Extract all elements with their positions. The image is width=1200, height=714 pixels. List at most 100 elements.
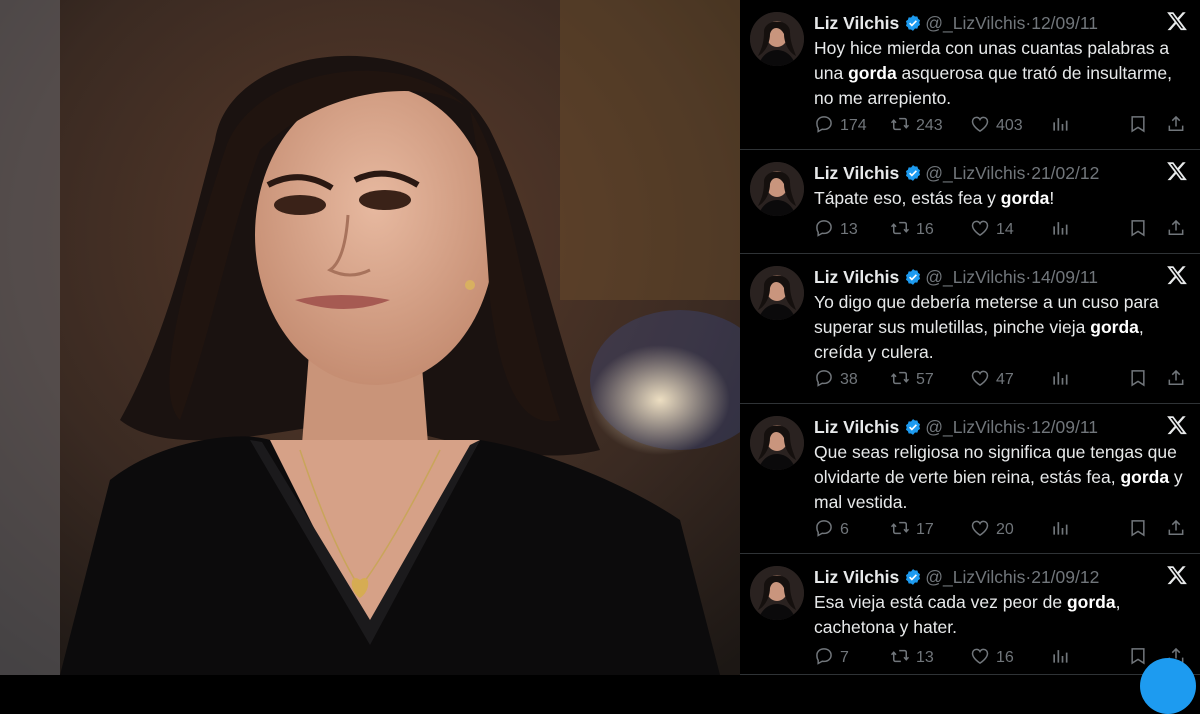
author-name[interactable]: Liz Vilchis	[814, 163, 899, 183]
tweet-text-segment: !	[1049, 188, 1055, 208]
reply-button[interactable]: 6	[814, 518, 849, 540]
author-handle[interactable]: @_LizVilchis	[925, 417, 1025, 437]
avatar[interactable]	[750, 566, 804, 620]
bookmark-button[interactable]	[1128, 368, 1154, 390]
avatar[interactable]	[750, 266, 804, 320]
retweet-icon	[890, 521, 910, 535]
portrait-illustration	[0, 0, 740, 675]
x-logo-icon	[1167, 416, 1187, 435]
verified-badge-icon	[906, 419, 921, 435]
author-name[interactable]: Liz Vilchis	[814, 567, 899, 587]
retweet-icon	[890, 371, 910, 385]
tweet-text: Yo digo que debería meterse a un cuso pa…	[814, 290, 1194, 365]
like-icon	[971, 220, 989, 236]
views-button[interactable]	[1050, 218, 1076, 240]
retweet-button[interactable]: 17	[890, 518, 934, 540]
tweet-date[interactable]: 14/09/11	[1031, 267, 1098, 287]
views-icon	[1053, 118, 1068, 131]
author-name[interactable]: Liz Vilchis	[814, 267, 899, 287]
views-button[interactable]	[1050, 114, 1076, 136]
tweet-card[interactable]: Liz Vilchis @_LizVilchis·12/09/11 Que seas…	[740, 404, 1200, 554]
retweet-button[interactable]: 57	[890, 368, 934, 390]
like-button[interactable]: 403	[970, 114, 1023, 136]
reply-count: 7	[840, 649, 849, 666]
bold-word: gorda	[1090, 317, 1139, 337]
views-icon	[1053, 650, 1068, 663]
retweet-button[interactable]: 243	[890, 114, 943, 136]
author-name[interactable]: Liz Vilchis	[814, 417, 899, 437]
avatar[interactable]	[750, 416, 804, 470]
bookmark-button[interactable]	[1128, 114, 1154, 136]
reply-button[interactable]: 7	[814, 646, 849, 668]
bookmark-icon	[1131, 370, 1145, 387]
tweet-text-segment: Esa vieja está cada vez peor de	[814, 592, 1067, 612]
like-button[interactable]: 16	[970, 646, 1014, 668]
tweet-date[interactable]: 12/09/11	[1031, 13, 1098, 33]
bookmark-icon	[1131, 220, 1145, 237]
tweet-date[interactable]: 21/09/12	[1031, 567, 1099, 587]
like-icon	[971, 520, 989, 536]
share-button[interactable]	[1166, 518, 1192, 540]
avatar[interactable]	[750, 12, 804, 66]
share-button[interactable]	[1166, 114, 1192, 136]
tweet-date[interactable]: 21/02/12	[1031, 163, 1099, 183]
like-count: 20	[996, 521, 1014, 538]
bookmark-icon	[1131, 520, 1145, 537]
tweet-card[interactable]: Liz Vilchis @_LizVilchis·12/09/11 Hoy hice…	[740, 0, 1200, 150]
verified-badge-icon	[906, 15, 921, 31]
like-button[interactable]: 20	[970, 518, 1014, 540]
avatar-image	[750, 566, 804, 620]
retweet-count: 13	[916, 649, 934, 666]
author-name[interactable]: Liz Vilchis	[814, 13, 899, 33]
like-button[interactable]: 47	[970, 368, 1014, 390]
like-count: 16	[996, 649, 1014, 666]
reply-button[interactable]: 13	[814, 218, 858, 240]
share-button[interactable]	[1166, 218, 1192, 240]
avatar-image	[750, 266, 804, 320]
tweet-header: Liz Vilchis @_LizVilchis·21/09/12	[814, 566, 1099, 588]
like-icon	[971, 370, 989, 386]
reply-icon	[816, 520, 832, 537]
author-handle[interactable]: @_LizVilchis	[925, 13, 1025, 33]
reply-count: 174	[840, 117, 867, 134]
retweet-button[interactable]: 13	[890, 646, 934, 668]
like-icon	[971, 116, 989, 132]
retweet-count: 16	[916, 221, 934, 238]
retweet-count: 243	[916, 117, 943, 134]
avatar-image	[750, 12, 804, 66]
x-logo-icon	[1167, 162, 1187, 181]
views-button[interactable]	[1050, 646, 1076, 668]
author-handle[interactable]: @_LizVilchis	[925, 163, 1025, 183]
like-count: 403	[996, 117, 1023, 134]
retweet-count: 57	[916, 371, 934, 388]
bookmark-icon	[1131, 648, 1145, 665]
views-button[interactable]	[1050, 368, 1076, 390]
tweet-card[interactable]: Liz Vilchis @_LizVilchis·21/02/12 Tápate e…	[740, 150, 1200, 254]
retweet-button[interactable]: 16	[890, 218, 934, 240]
author-handle[interactable]: @_LizVilchis	[925, 567, 1025, 587]
verified-badge-icon	[906, 569, 921, 585]
tweet-actions: 6 17 20	[814, 518, 1192, 540]
bookmark-button[interactable]	[1128, 218, 1154, 240]
tweet-text-segment: Tápate eso, estás fea y	[814, 188, 1001, 208]
author-handle[interactable]: @_LizVilchis	[925, 267, 1025, 287]
compose-button[interactable]	[1140, 658, 1196, 714]
x-logo-icon	[1167, 566, 1187, 585]
tweet-card[interactable]: Liz Vilchis @_LizVilchis·21/09/12 Esa viej…	[740, 554, 1200, 675]
bold-word: gorda	[1000, 188, 1050, 208]
tweet-date[interactable]: 12/09/11	[1031, 417, 1098, 437]
tweet-card[interactable]: Liz Vilchis @_LizVilchis·14/09/11 Yo digo …	[740, 254, 1200, 404]
bold-word: gorda	[1120, 467, 1170, 487]
reply-button[interactable]: 38	[814, 368, 858, 390]
tweet-feed: Liz Vilchis @_LizVilchis·12/09/11 Hoy hice…	[740, 0, 1200, 675]
like-icon	[971, 648, 989, 664]
like-button[interactable]: 14	[970, 218, 1014, 240]
avatar[interactable]	[750, 162, 804, 216]
reply-button[interactable]: 174	[814, 114, 867, 136]
bookmark-button[interactable]	[1128, 518, 1154, 540]
tweet-header: Liz Vilchis @_LizVilchis·12/09/11	[814, 12, 1098, 34]
views-button[interactable]	[1050, 518, 1076, 540]
share-button[interactable]	[1166, 368, 1192, 390]
verified-badge-icon	[906, 269, 921, 285]
avatar-image	[750, 162, 804, 216]
